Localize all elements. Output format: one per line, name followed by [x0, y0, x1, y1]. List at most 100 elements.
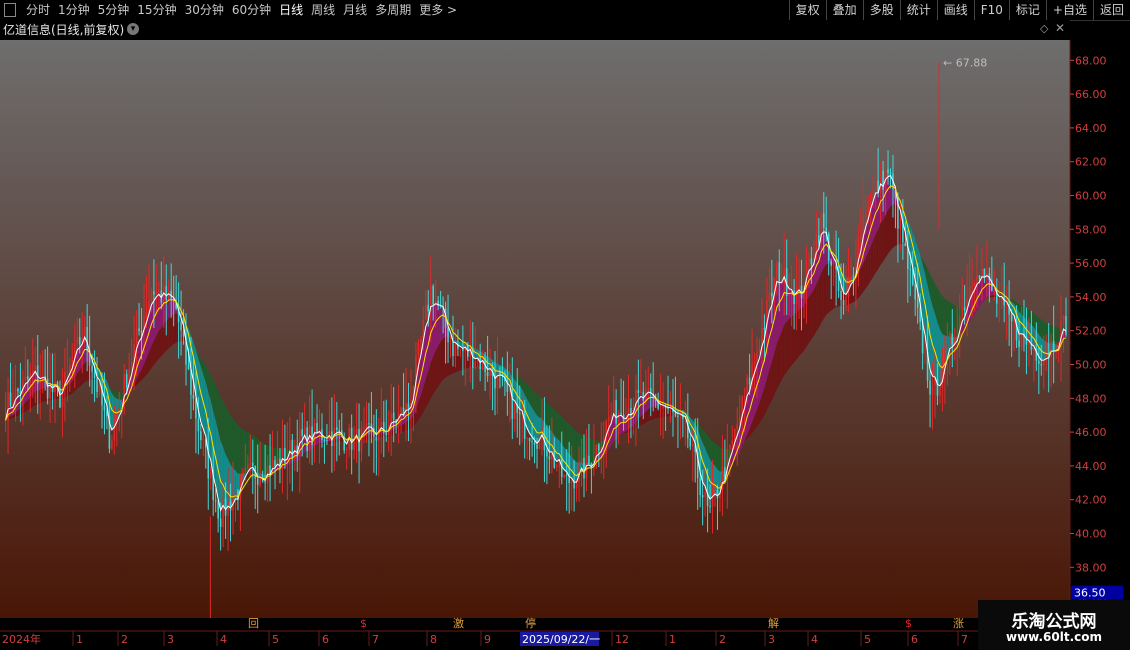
candle-body [617, 413, 620, 424]
price-tick-label: 50.00 [1075, 358, 1107, 371]
ribbon-segment [878, 223, 881, 270]
price-tick-label: 64.00 [1075, 122, 1107, 135]
candle-body [659, 407, 662, 409]
candle-body [363, 427, 365, 429]
date-tick-label: 6 [322, 633, 329, 646]
candle-body [447, 327, 449, 343]
date-tick-label: 8 [430, 633, 437, 646]
candle-body [486, 371, 489, 377]
candle-body [41, 375, 44, 383]
ribbon-segment [1056, 327, 1059, 345]
ribbon-segment [228, 410, 231, 465]
diamond-icon[interactable]: ◇ [1040, 22, 1048, 35]
candle-body [998, 302, 1001, 304]
candle-body [973, 282, 976, 286]
ribbon-segment [537, 394, 540, 418]
candle-body [939, 387, 941, 396]
candle-body [864, 211, 867, 215]
ribbon-segment [863, 257, 866, 292]
ribbon-segment [875, 229, 879, 273]
candle-body [677, 415, 679, 417]
watermark-title: 乐淘公式网 [1011, 612, 1097, 632]
candle-body [200, 431, 202, 440]
candle-body [138, 328, 140, 332]
candle-body [1042, 359, 1045, 366]
watermark-url: www.60lt.com [1005, 630, 1103, 644]
candle-body [249, 462, 252, 465]
candle-body [98, 384, 101, 392]
close-icon[interactable]: ✕ [1055, 21, 1065, 35]
ribbon-segment [868, 246, 871, 285]
candle-body [808, 258, 810, 261]
ribbon-segment [564, 419, 567, 451]
ribbon-segment [860, 262, 864, 296]
candle-body [496, 372, 499, 389]
ribbon-segment [433, 350, 436, 395]
candle-body [852, 275, 855, 277]
ribbon-segment [574, 429, 577, 463]
ribbon-segment [786, 319, 790, 372]
price-tick-label: 46.00 [1075, 426, 1107, 439]
candle-body [931, 385, 934, 395]
candle-body [533, 442, 536, 445]
candle-body [889, 172, 892, 174]
candle-body [642, 391, 645, 401]
candle-body [217, 501, 219, 519]
date-tick-label: 4 [220, 633, 227, 646]
candle-body [224, 498, 227, 516]
candle-body [234, 491, 237, 499]
ribbon-segment [813, 283, 817, 337]
candle-body [4, 420, 7, 422]
candle-body [229, 500, 232, 511]
price-tick-label: 44.00 [1075, 460, 1107, 473]
candle-body [879, 170, 882, 193]
ribbon-segment [942, 296, 945, 336]
high-annotation: ← 67.88 [943, 56, 987, 69]
ribbon-segment [440, 338, 444, 383]
candle-body [353, 435, 355, 451]
candle-body [874, 180, 877, 190]
ribbon-segment [888, 206, 891, 254]
event-marker: 激 [453, 616, 464, 630]
candle-body [528, 437, 531, 442]
watermark: 乐淘公式网 www.60lt.com [978, 600, 1130, 650]
candle-body [951, 333, 954, 345]
candle-body [244, 468, 247, 473]
candle-body [850, 275, 852, 285]
candle-body [615, 400, 617, 424]
ribbon-segment [717, 445, 720, 472]
candle-body [704, 492, 706, 498]
ribbon-segment [821, 267, 824, 323]
candle-body [192, 394, 195, 399]
candle-body [1038, 360, 1040, 364]
candle-body [153, 291, 155, 295]
candle-body [1033, 348, 1035, 350]
candle-body [427, 304, 430, 312]
candle-body [691, 443, 694, 447]
price-tick-label: 60.00 [1075, 189, 1107, 202]
candle-body [375, 436, 378, 441]
candle-body [187, 364, 190, 370]
candle-body [976, 275, 978, 283]
candle-body [301, 429, 304, 436]
candle-body [54, 382, 56, 393]
price-tick-label: 62.00 [1075, 156, 1107, 169]
date-tick-label: 9 [484, 633, 491, 646]
event-marker: 解 [768, 616, 779, 630]
candle-body [909, 269, 912, 271]
candle-body [701, 495, 704, 498]
chevron-down-icon[interactable]: ▾ [127, 23, 139, 35]
candle-body [731, 440, 734, 445]
ribbon-segment [937, 288, 940, 330]
kline-chart[interactable]: ← 67.88← 34.3336.0038.0040.0042.0044.004… [0, 0, 1130, 650]
candle-body [746, 377, 748, 396]
marker-strip [0, 618, 978, 630]
ribbon-segment [939, 292, 943, 335]
price-tick-label: 54.00 [1075, 291, 1107, 304]
candle-body [274, 460, 276, 467]
date-tick-label: 3 [167, 633, 174, 646]
ribbon-segment [818, 272, 822, 328]
candle-body [135, 328, 138, 344]
candle-body [867, 207, 870, 212]
candle-body [420, 338, 422, 343]
